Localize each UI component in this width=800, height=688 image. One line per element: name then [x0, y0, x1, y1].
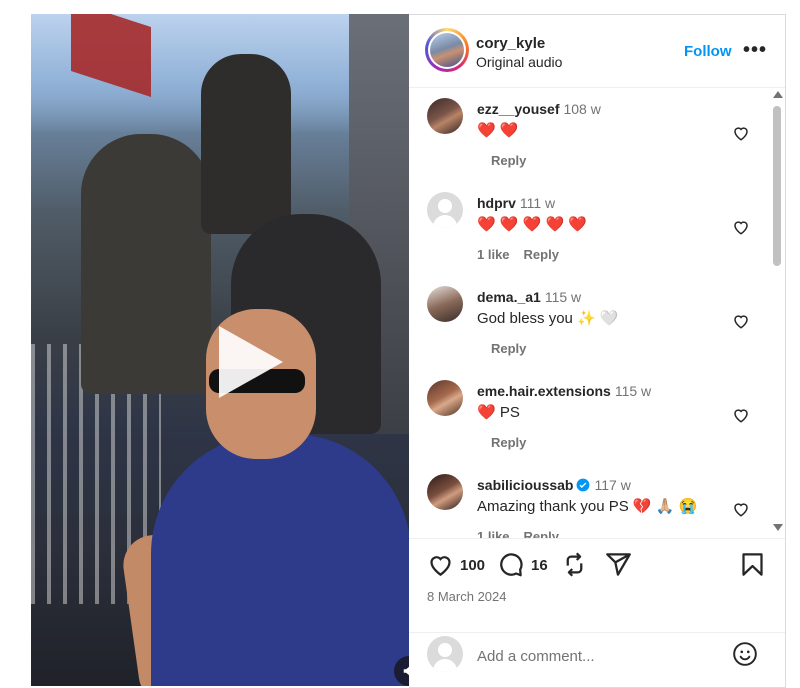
- comment-text: ❤️ PS: [477, 404, 520, 421]
- share-icon[interactable]: [605, 551, 632, 583]
- commenter-avatar[interactable]: [427, 474, 463, 510]
- comment-count[interactable]: 16: [531, 557, 548, 574]
- comment-text: God bless you ✨ 🤍: [477, 310, 619, 327]
- post-header: cory_kyle Original audio Follow •••: [409, 15, 785, 88]
- scrollbar-thumb[interactable]: [773, 106, 781, 266]
- scroll-down-arrow-icon[interactable]: [773, 524, 783, 531]
- verified-badge-icon: [576, 478, 590, 495]
- emoji-icon[interactable]: [732, 641, 758, 672]
- commenter-username[interactable]: sabilicioussab: [477, 477, 573, 493]
- like-icon[interactable]: [427, 551, 454, 583]
- video-person: [201, 54, 291, 234]
- comment-likes[interactable]: 1 like: [477, 247, 510, 262]
- comment-item: sabilicioussab 117 w Amazing thank you PS…: [409, 464, 769, 538]
- comment-time[interactable]: 108 w: [563, 101, 600, 117]
- comment-text: ❤️ ❤️ ❤️ ❤️ ❤️: [477, 216, 588, 233]
- commenter-avatar[interactable]: [427, 380, 463, 416]
- repost-icon[interactable]: [561, 551, 588, 583]
- reply-button[interactable]: Reply: [524, 247, 559, 262]
- comment-text: ❤️ ❤️: [477, 122, 519, 139]
- commenter-avatar[interactable]: [427, 192, 463, 228]
- commenter-username[interactable]: dema._a1: [477, 289, 541, 305]
- heart-outline-icon[interactable]: [732, 312, 750, 335]
- comments-list[interactable]: ezz__yousef 108 w ❤️ ❤️ Reply hdprv 111 w …: [409, 88, 769, 538]
- comment-icon[interactable]: [497, 551, 524, 583]
- commenter-username[interactable]: ezz__yousef: [477, 101, 559, 117]
- author-avatar[interactable]: [425, 28, 469, 72]
- commenter-username[interactable]: hdprv: [477, 195, 516, 211]
- scroll-up-arrow-icon[interactable]: [773, 91, 783, 98]
- add-comment-input[interactable]: [475, 642, 719, 670]
- post-date[interactable]: 8 March 2024: [427, 589, 507, 604]
- heart-outline-icon[interactable]: [732, 500, 750, 523]
- commenter-username[interactable]: eme.hair.extensions: [477, 383, 611, 399]
- comment-item: hdprv 111 w ❤️ ❤️ ❤️ ❤️ ❤️ 1 like Reply: [409, 182, 769, 276]
- heart-outline-icon[interactable]: [732, 406, 750, 429]
- comment-time[interactable]: 115 w: [545, 289, 581, 305]
- comment-time[interactable]: 111 w: [520, 195, 555, 211]
- add-comment-bar: [409, 632, 785, 688]
- follow-button[interactable]: Follow: [684, 43, 732, 60]
- video-person: [81, 134, 211, 394]
- comments-scrollbar[interactable]: [769, 88, 785, 538]
- comment-time[interactable]: 117 w: [594, 477, 630, 493]
- comment-item: dema._a1 115 w God bless you ✨ 🤍 Reply: [409, 276, 769, 370]
- comment-time[interactable]: 115 w: [615, 383, 651, 399]
- save-bookmark-icon[interactable]: [739, 551, 766, 583]
- heart-outline-icon[interactable]: [732, 218, 750, 241]
- more-options-icon[interactable]: •••: [743, 39, 767, 62]
- author-username[interactable]: cory_kyle: [476, 35, 545, 52]
- post-details-panel: cory_kyle Original audio Follow ••• ezz_…: [409, 14, 786, 688]
- audio-label[interactable]: Original audio: [476, 54, 562, 70]
- commenter-avatar[interactable]: [427, 286, 463, 322]
- reply-button[interactable]: Reply: [491, 341, 526, 356]
- post-actions-bar: 100 16 8 March 2024: [409, 538, 785, 633]
- current-user-avatar: [427, 636, 463, 672]
- comment-item: ezz__yousef 108 w ❤️ ❤️ Reply: [409, 88, 769, 182]
- comment-likes[interactable]: 1 like: [477, 529, 510, 538]
- video-person-shirt: [151, 434, 409, 686]
- commenter-avatar[interactable]: [427, 98, 463, 134]
- reply-button[interactable]: Reply: [524, 529, 559, 538]
- reply-button[interactable]: Reply: [491, 435, 526, 450]
- comment-text: Amazing thank you PS 💔 🙏🏼 😭: [477, 498, 698, 515]
- play-icon[interactable]: [219, 326, 283, 398]
- heart-outline-icon[interactable]: [732, 124, 750, 147]
- comment-item: eme.hair.extensions 115 w ❤️ PS Reply: [409, 370, 769, 464]
- reply-button[interactable]: Reply: [491, 153, 526, 168]
- like-count[interactable]: 100: [460, 557, 485, 574]
- post-video[interactable]: [31, 14, 409, 686]
